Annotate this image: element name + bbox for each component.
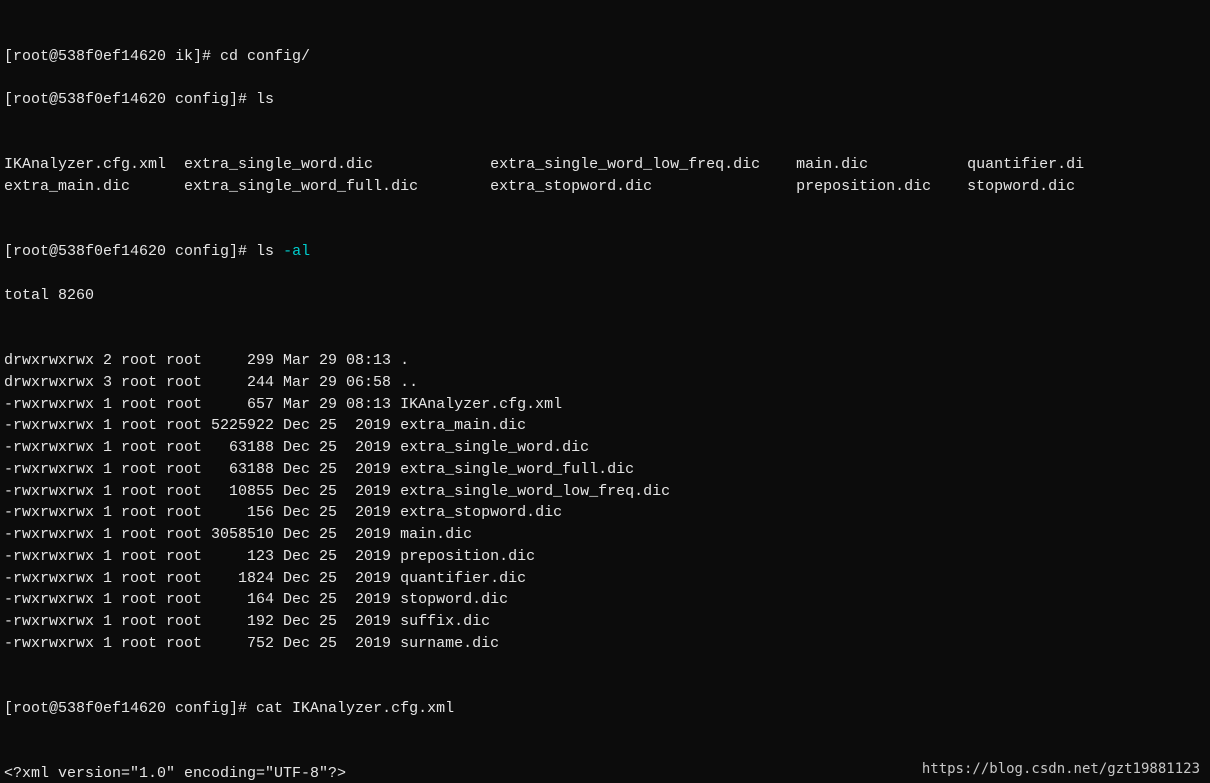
prompt-line: [root@538f0ef14620 config]# cat IKAnalyz… <box>4 698 1206 720</box>
prompt: [root@538f0ef14620 config]# <box>4 91 256 108</box>
prompt-line: [root@538f0ef14620 config]# ls -al <box>4 241 1206 263</box>
ls-al-total: total 8260 <box>4 285 1206 307</box>
command-cd: cd config/ <box>220 48 310 65</box>
ls-al-row: -rwxrwxrwx 1 root root 63188 Dec 25 2019… <box>4 459 1206 481</box>
command-cat: cat IKAnalyzer.cfg.xml <box>256 700 454 717</box>
watermark: https://blog.csdn.net/gzt19881123 <box>922 759 1200 779</box>
command-ls-al-pre: ls <box>256 243 283 260</box>
ls-al-row: -rwxrwxrwx 1 root root 63188 Dec 25 2019… <box>4 437 1206 459</box>
ls-al-row: -rwxrwxrwx 1 root root 1824 Dec 25 2019 … <box>4 568 1206 590</box>
prompt-line: [root@538f0ef14620 ik]# cd config/ <box>4 46 1206 68</box>
ls-al-row: -rwxrwxrwx 1 root root 657 Mar 29 08:13 … <box>4 394 1206 416</box>
prompt: [root@538f0ef14620 config]# <box>4 700 256 717</box>
command-ls: ls <box>256 91 274 108</box>
ls-al-output: drwxrwxrwx 2 root root 299 Mar 29 08:13 … <box>4 350 1206 655</box>
command-ls-al-flag: -al <box>283 243 310 260</box>
ls-al-row: -rwxrwxrwx 1 root root 10855 Dec 25 2019… <box>4 481 1206 503</box>
prompt: [root@538f0ef14620 ik]# <box>4 48 220 65</box>
ls-al-row: -rwxrwxrwx 1 root root 123 Dec 25 2019 p… <box>4 546 1206 568</box>
ls-row: IKAnalyzer.cfg.xml extra_single_word.dic… <box>4 154 1206 176</box>
ls-al-row: -rwxrwxrwx 1 root root 156 Dec 25 2019 e… <box>4 502 1206 524</box>
ls-al-row: drwxrwxrwx 3 root root 244 Mar 29 06:58 … <box>4 372 1206 394</box>
ls-row: extra_main.dic extra_single_word_full.di… <box>4 176 1206 198</box>
ls-al-row: drwxrwxrwx 2 root root 299 Mar 29 08:13 … <box>4 350 1206 372</box>
ls-al-row: -rwxrwxrwx 1 root root 164 Dec 25 2019 s… <box>4 589 1206 611</box>
ls-al-row: -rwxrwxrwx 1 root root 192 Dec 25 2019 s… <box>4 611 1206 633</box>
prompt-line: [root@538f0ef14620 config]# ls <box>4 89 1206 111</box>
terminal[interactable]: [root@538f0ef14620 ik]# cd config/ [root… <box>0 0 1210 783</box>
ls-al-row: -rwxrwxrwx 1 root root 5225922 Dec 25 20… <box>4 415 1206 437</box>
ls-output: IKAnalyzer.cfg.xml extra_single_word.dic… <box>4 154 1206 198</box>
ls-al-row: -rwxrwxrwx 1 root root 752 Dec 25 2019 s… <box>4 633 1206 655</box>
prompt: [root@538f0ef14620 config]# <box>4 243 256 260</box>
ls-al-row: -rwxrwxrwx 1 root root 3058510 Dec 25 20… <box>4 524 1206 546</box>
